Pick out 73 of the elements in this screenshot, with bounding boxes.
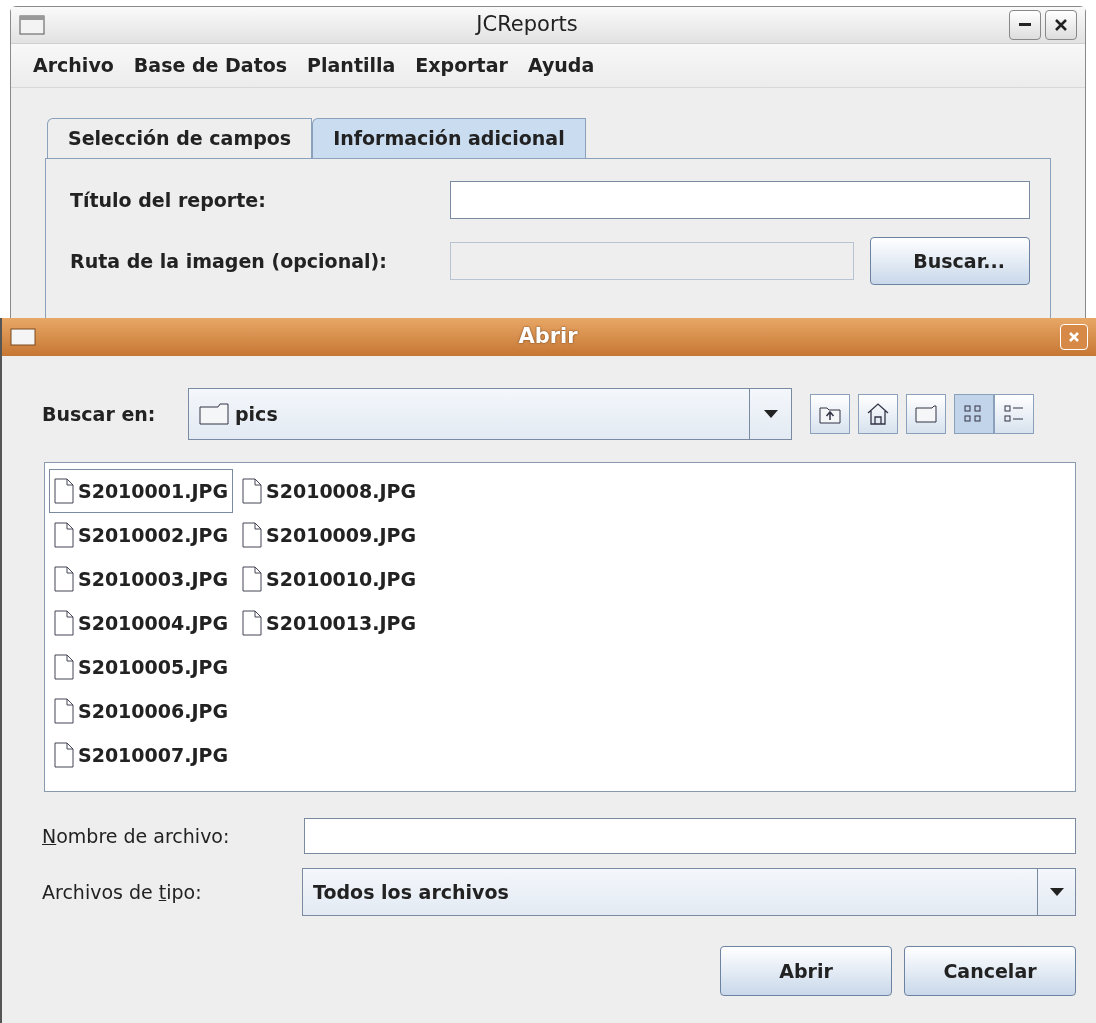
file-item[interactable]: S2010004.JPG — [49, 601, 234, 645]
file-name: S2010004.JPG — [78, 610, 229, 636]
menu-item[interactable]: Archivo — [33, 51, 114, 80]
field-label: Ruta de la imagen (opcional): — [70, 248, 388, 274]
file-name: S2010006.JPG — [78, 698, 229, 724]
file-name: S2010005.JPG — [78, 654, 229, 680]
file-icon — [242, 478, 263, 504]
file-item[interactable]: S2010013.JPG — [237, 601, 422, 645]
tab[interactable]: Selección de campos — [47, 118, 313, 158]
close-icon — [1068, 331, 1080, 343]
menu-item[interactable]: Exportar — [415, 51, 508, 80]
file-icon — [242, 566, 263, 592]
file-name: S2010002.JPG — [78, 522, 229, 548]
close-icon — [1054, 17, 1068, 32]
toolbar-button[interactable] — [954, 394, 994, 434]
file-type-combobox[interactable]: Todos los archivos — [302, 868, 1076, 916]
details-view-icon — [1003, 403, 1025, 425]
file-name: S2010001.JPG — [78, 478, 229, 504]
caret-down-icon — [1048, 887, 1065, 897]
look-in-combobox[interactable]: pics — [188, 388, 792, 440]
file-name: S2010010.JPG — [266, 566, 417, 592]
file-item[interactable]: S2010006.JPG — [49, 689, 234, 733]
file-icon — [54, 566, 74, 592]
field-label: Título del reporte: — [70, 187, 267, 213]
file-name: S2010008.JPG — [266, 478, 417, 504]
file-item[interactable]: S2010001.JPG — [49, 469, 234, 513]
look-in-label: Buscar en: — [42, 401, 157, 427]
caret-down-icon — [762, 409, 779, 419]
dialog-button[interactable]: Abrir — [720, 946, 892, 996]
text-field[interactable] — [450, 181, 1030, 219]
file-name: S2010009.JPG — [266, 522, 417, 548]
file-name: S2010013.JPG — [266, 610, 417, 636]
file-type-label: Archivos de tipo: — [42, 879, 203, 905]
file-item[interactable]: S2010003.JPG — [49, 557, 234, 601]
file-item[interactable]: S2010009.JPG — [237, 513, 422, 557]
window-title: JCReports — [474, 11, 579, 39]
file-name-label: Nombre de archivo: — [42, 823, 231, 849]
menu-item[interactable]: Plantilla — [307, 51, 396, 80]
home-icon — [866, 402, 890, 426]
file-item[interactable]: S2010010.JPG — [237, 557, 422, 601]
menu-item[interactable]: Ayuda — [527, 51, 595, 80]
menu-item[interactable]: Base de Datos — [133, 51, 288, 80]
file-icon — [54, 654, 74, 680]
toolbar-button[interactable] — [994, 394, 1034, 434]
file-icon — [242, 522, 263, 548]
window-icon — [19, 14, 45, 35]
dialog-button[interactable]: Cancelar — [904, 946, 1076, 996]
combobox-value: Todos los archivos — [312, 879, 510, 905]
file-item[interactable]: S2010008.JPG — [237, 469, 422, 513]
toolbar-button[interactable] — [810, 394, 850, 434]
file-icon — [54, 698, 74, 724]
file-icon — [54, 610, 74, 636]
file-icon — [54, 522, 74, 548]
file-name: S2010003.JPG — [78, 566, 229, 592]
dialog-title: Abrir — [517, 323, 579, 351]
file-icon — [242, 610, 263, 636]
window-icon — [10, 328, 36, 346]
toolbar-button[interactable] — [858, 394, 898, 434]
minimize-button[interactable] — [1009, 9, 1041, 40]
file-name-field[interactable] — [304, 818, 1076, 854]
minimize-icon — [1019, 22, 1031, 27]
file-name: S2010007.JPG — [78, 742, 229, 768]
folder-icon — [199, 403, 229, 425]
file-icon — [54, 742, 74, 768]
folder-icon — [914, 404, 938, 424]
file-item[interactable]: S2010005.JPG — [49, 645, 234, 689]
close-button[interactable] — [1045, 9, 1077, 40]
file-item[interactable]: S2010002.JPG — [49, 513, 234, 557]
combobox-value: pics — [235, 401, 279, 427]
tab[interactable]: Información adicional — [312, 118, 586, 158]
file-icon — [54, 478, 74, 504]
file-item[interactable]: S2010007.JPG — [49, 733, 234, 777]
toolbar-button[interactable] — [906, 394, 946, 434]
